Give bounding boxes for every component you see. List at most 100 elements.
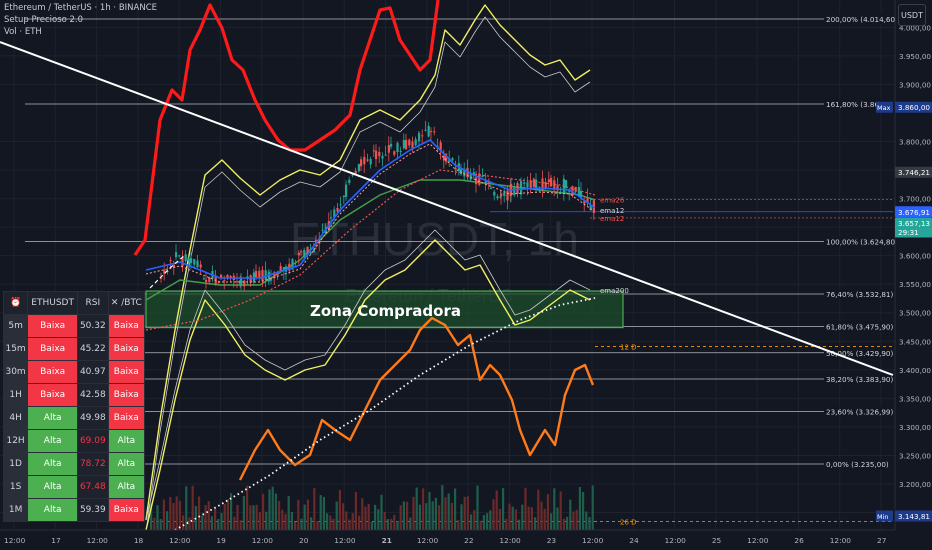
- price-badge-countdown: 29:31: [898, 228, 919, 237]
- volume-bar: [207, 501, 210, 530]
- rsi-table-row: 5m Baixa 50.32 Baixa: [2, 314, 146, 338]
- volume-bar: [220, 512, 223, 530]
- volume-bar: [508, 503, 511, 530]
- volume-bar: [588, 516, 591, 530]
- volume-bar: [354, 491, 357, 530]
- volume-bar: [406, 501, 409, 530]
- candle-body: [421, 135, 424, 137]
- rsi-table-header-row: ⏰ ETHUSDT RSI ✕ /BTC: [2, 291, 146, 315]
- rsi-value-cell: 59.39: [77, 498, 109, 522]
- rsi-header-btc-label: /BTC: [121, 298, 142, 308]
- candle-body: [339, 204, 342, 206]
- candle-body: [342, 195, 345, 198]
- candle-body: [255, 271, 258, 278]
- price-axis-tick: 3.450,00: [899, 337, 931, 346]
- volume-bar: [396, 520, 399, 530]
- candle-body: [451, 158, 454, 161]
- rsi-timeframe-cell: 1S: [2, 475, 29, 499]
- volume-bar: [402, 501, 405, 530]
- volume-bar: [534, 517, 537, 530]
- volume-bar: [521, 504, 524, 530]
- volume-bar: [358, 515, 361, 530]
- line-label: ema26: [600, 197, 625, 205]
- volume-bar: [172, 503, 175, 530]
- price-axis-tick: 3.950,00: [899, 52, 931, 61]
- time-axis-tick: 12:00: [252, 536, 274, 545]
- rsi-timeframe-cell: 1D: [2, 452, 29, 476]
- rsi-timeframe-cell: 30m: [2, 360, 29, 384]
- volume-bar: [518, 519, 521, 530]
- fib-level-label: 0,00% (3.235,00): [826, 460, 889, 469]
- volume-bar: [316, 521, 319, 530]
- volume-bar: [310, 517, 313, 530]
- candle-body: [418, 133, 421, 142]
- volume-bar: [444, 497, 447, 530]
- candle-body: [369, 159, 372, 165]
- volume-bar: [191, 485, 194, 530]
- volume-bar: [553, 488, 556, 530]
- time-axis-tick: 12:00: [665, 536, 687, 545]
- price-axis-tick: 3.350,00: [899, 394, 931, 403]
- volume-bar: [524, 487, 527, 530]
- volume-bar: [223, 504, 226, 530]
- volume-bar: [169, 497, 172, 530]
- volume-bar: [255, 504, 258, 530]
- candle-body: [381, 155, 384, 159]
- candle-body: [503, 192, 506, 196]
- candle-body: [196, 260, 199, 267]
- volume-bar: [489, 510, 492, 530]
- rsi-table-row: 1H Baixa 42.58 Baixa: [2, 383, 146, 407]
- volume-bar: [326, 513, 329, 530]
- candle-body: [547, 179, 550, 183]
- volume-bar: [303, 504, 306, 530]
- buy-zone-label: Zona Compradora: [310, 302, 461, 320]
- volume-bar: [463, 496, 466, 530]
- volume-bar: [188, 517, 191, 530]
- indicator-setup-label[interactable]: Setup Precioso 2.0: [4, 14, 157, 26]
- volume-bar: [271, 486, 274, 530]
- volume-bar: [540, 501, 543, 530]
- fib-level-label: 23,60% (3.326,99): [826, 407, 894, 416]
- rsi-trend-cell: Alta: [27, 498, 79, 522]
- time-axis-tick: 12:00: [582, 536, 604, 545]
- volume-bar: [537, 489, 540, 530]
- candle-body: [258, 270, 261, 278]
- volume-bar: [364, 506, 367, 530]
- volume-bar: [242, 496, 245, 530]
- volume-bar: [367, 503, 370, 530]
- currency-unit-button[interactable]: USDT: [898, 4, 926, 26]
- symbol-title[interactable]: Ethereum / TetherUS · 1h · BINANCE: [4, 2, 157, 14]
- volume-bar: [425, 503, 428, 530]
- fib-level-label: 100,00% (3.624,80): [826, 238, 898, 247]
- candle-body: [357, 164, 360, 172]
- volume-bar: [319, 495, 322, 530]
- cross-icon: ✕: [110, 298, 119, 308]
- volume-bar: [281, 509, 284, 530]
- candle-body: [580, 190, 583, 198]
- volume-bar: [562, 518, 565, 530]
- candle-body: [565, 180, 568, 189]
- price-axis-tick: 3.700,00: [899, 195, 931, 204]
- indicator-volume-label[interactable]: Vol · ETH: [4, 26, 157, 38]
- volume-bar: [514, 509, 517, 530]
- candle-body: [175, 252, 178, 258]
- candle-body: [405, 139, 408, 150]
- volume-bar: [492, 499, 495, 530]
- candle-body: [506, 190, 509, 201]
- volume-bar: [556, 507, 559, 530]
- rsi-timeframe-cell: 12H: [2, 429, 29, 453]
- volume-bar: [380, 494, 383, 530]
- volume-bar: [559, 491, 562, 530]
- candle-body: [243, 280, 246, 287]
- candle-body: [553, 180, 556, 189]
- volume-bar: [505, 518, 508, 530]
- volume-bar: [578, 487, 581, 530]
- rsi-btc-cell: Alta: [107, 429, 146, 453]
- candle-body: [408, 139, 411, 146]
- candle-body: [205, 279, 208, 282]
- volume-bar: [527, 506, 530, 530]
- rsi-timeframe-cell: 1M: [2, 498, 29, 522]
- volume-bar: [329, 515, 332, 530]
- candle-body: [496, 196, 499, 199]
- rsi-timeframe-cell: 1H: [2, 383, 29, 407]
